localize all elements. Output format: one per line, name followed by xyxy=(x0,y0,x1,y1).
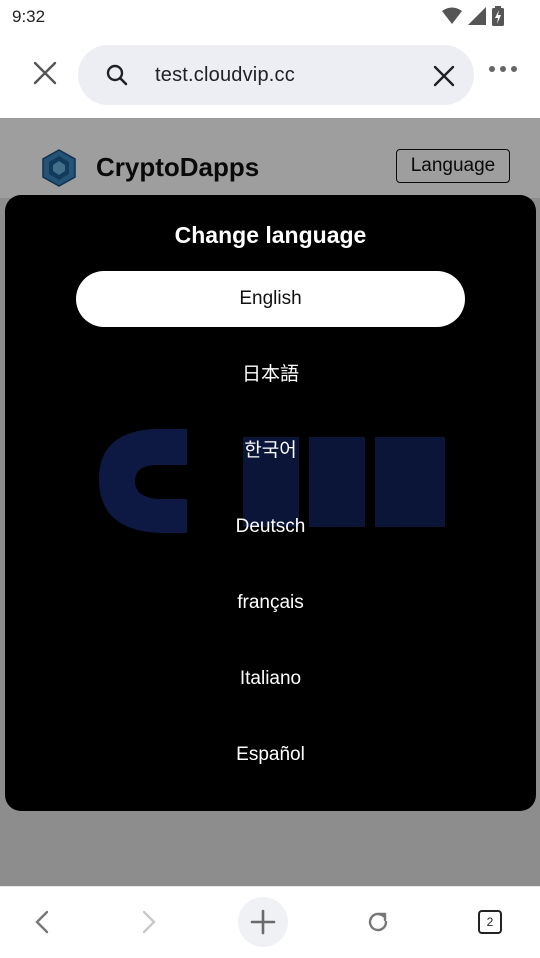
forward-button[interactable] xyxy=(123,897,173,947)
url-text[interactable]: test.cloudvip.cc xyxy=(155,64,295,87)
language-option-korean[interactable]: 한국어 xyxy=(76,423,465,479)
modal-title: Change language xyxy=(174,222,367,248)
language-option-french[interactable]: français xyxy=(76,575,465,631)
wifi-icon xyxy=(442,7,462,24)
language-option-japanese[interactable]: 日本語 xyxy=(76,347,465,403)
url-bar[interactable]: test.cloudvip.cc xyxy=(78,45,474,105)
tab-count: 2 xyxy=(478,910,502,934)
search-icon xyxy=(106,64,128,86)
language-option-english[interactable]: English xyxy=(76,271,465,327)
clear-icon[interactable] xyxy=(431,63,457,89)
new-tab-button[interactable] xyxy=(238,897,288,947)
language-modal: Change language English 日本語 한국어 Deutsch … xyxy=(5,195,536,811)
back-icon xyxy=(35,910,49,934)
status-time: 9:32 xyxy=(12,7,46,26)
battery-icon xyxy=(492,6,504,26)
language-option-german[interactable]: Deutsch xyxy=(76,499,465,555)
status-bar: 9:32 xyxy=(0,0,540,34)
forward-icon xyxy=(142,910,156,934)
signal-icon xyxy=(468,7,486,25)
reload-icon xyxy=(368,912,388,932)
browser-toolbar: test.cloudvip.cc xyxy=(0,34,540,118)
close-icon[interactable] xyxy=(28,56,62,90)
status-icons xyxy=(442,6,504,26)
tabs-button[interactable]: 2 xyxy=(465,897,515,947)
more-icon[interactable] xyxy=(488,62,518,76)
reload-button[interactable] xyxy=(353,897,403,947)
new-tab-icon xyxy=(250,909,276,935)
language-option-italian[interactable]: Italiano xyxy=(76,651,465,707)
bottom-toolbar: 2 xyxy=(0,886,540,958)
language-option-spanish[interactable]: Español xyxy=(76,727,465,783)
back-button[interactable] xyxy=(18,897,68,947)
